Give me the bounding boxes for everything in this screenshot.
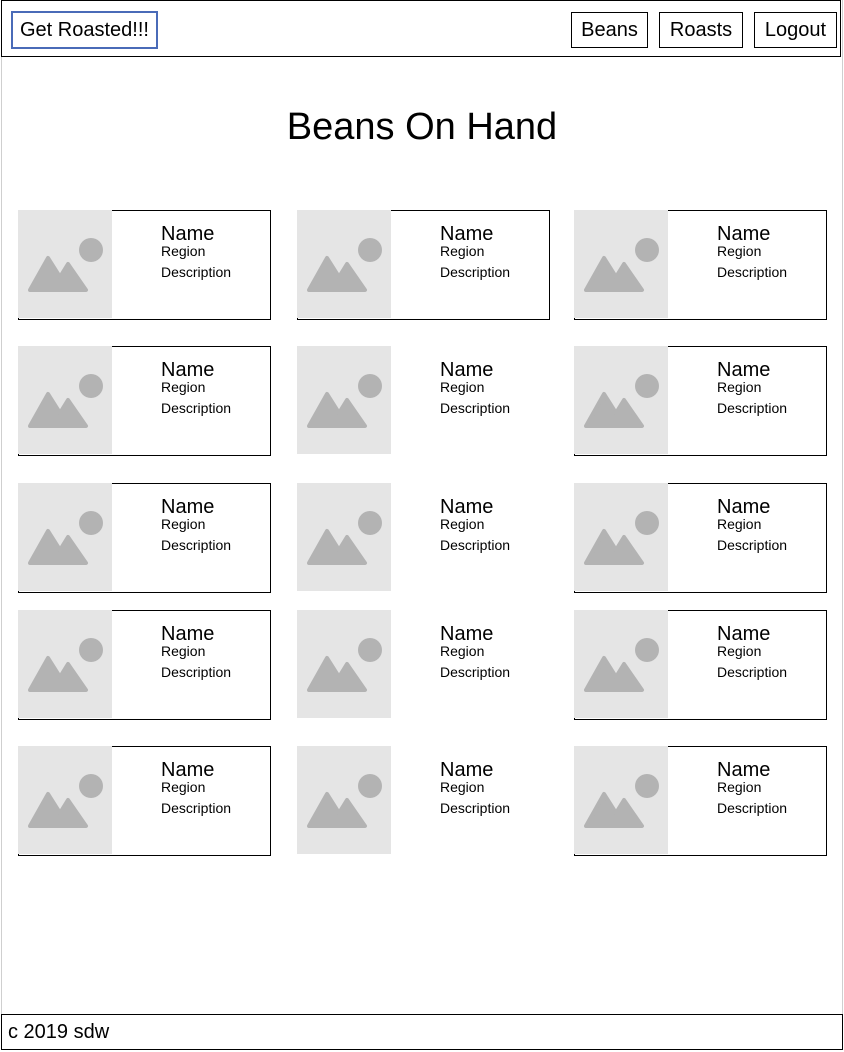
image-placeholder-icon	[574, 210, 668, 318]
bean-region: Region	[717, 379, 762, 395]
bean-card[interactable]: Name Region Description	[18, 610, 271, 720]
bean-region: Region	[440, 643, 485, 659]
bean-card-text: Name Region Description	[440, 358, 510, 417]
bean-region: Region	[440, 516, 485, 532]
nav-beans-button[interactable]: Beans	[571, 12, 648, 48]
bean-region: Region	[161, 779, 206, 795]
bean-card-text: Name Region Description	[161, 622, 231, 681]
bean-description: Description	[161, 264, 232, 280]
brand-link[interactable]: Get Roasted!!!	[11, 11, 158, 49]
bean-description: Description	[161, 664, 232, 680]
page-title: Beans On Hand	[286, 106, 558, 148]
bean-card[interactable]: Name Region Description	[574, 483, 827, 593]
bean-card-text: Name Region Description	[440, 222, 510, 281]
bean-card-text: Name Region Description	[717, 495, 787, 554]
bean-description: Description	[440, 264, 511, 280]
bean-region: Region	[717, 243, 762, 259]
bean-card[interactable]: Name Region Description	[18, 346, 271, 456]
image-placeholder-icon	[18, 610, 112, 718]
bean-card[interactable]: Name Region Description	[574, 610, 827, 720]
bean-description: Description	[161, 537, 232, 553]
bean-description: Description	[440, 537, 511, 553]
nav-logout-button[interactable]: Logout	[754, 12, 837, 48]
bean-region: Region	[440, 379, 485, 395]
bean-description: Description	[717, 264, 788, 280]
bean-description: Description	[440, 664, 511, 680]
bean-description: Description	[717, 400, 788, 416]
image-placeholder-icon	[18, 746, 112, 854]
bean-card-text: Name Region Description	[717, 758, 787, 817]
bean-description: Description	[717, 537, 788, 553]
bean-card[interactable]: Name Region Description	[18, 210, 271, 320]
bean-card-text: Name Region Description	[440, 758, 510, 817]
bean-region: Region	[161, 516, 206, 532]
bean-description: Description	[717, 800, 788, 816]
image-placeholder-icon	[574, 746, 668, 854]
bean-region: Region	[717, 779, 762, 795]
image-placeholder-icon	[574, 483, 668, 591]
bean-card-text: Name Region Description	[440, 622, 510, 681]
bean-region: Region	[161, 379, 206, 395]
bean-description: Description	[440, 800, 511, 816]
bean-description: Description	[440, 400, 511, 416]
bean-region: Region	[717, 516, 762, 532]
bean-card[interactable]: Name Region Description	[18, 483, 271, 593]
bean-card[interactable]: Name Region Description	[297, 610, 550, 720]
bean-region: Region	[440, 243, 485, 259]
navbar: Get Roasted!!! Beans Roasts Logout	[1, 0, 841, 57]
bean-card[interactable]: Name Region Description	[297, 746, 550, 856]
bean-card-text: Name Region Description	[161, 495, 231, 554]
image-placeholder-icon	[18, 483, 112, 591]
bean-card-text: Name Region Description	[161, 758, 231, 817]
bean-description: Description	[161, 800, 232, 816]
image-placeholder-icon	[18, 346, 112, 454]
bean-card-text: Name Region Description	[440, 495, 510, 554]
bean-region: Region	[440, 779, 485, 795]
bean-card-text: Name Region Description	[161, 358, 231, 417]
bean-card-text: Name Region Description	[717, 222, 787, 281]
image-placeholder-icon	[297, 210, 391, 318]
footer: c 2019 sdw	[1, 1014, 843, 1050]
image-placeholder-icon	[297, 610, 391, 718]
bean-region: Region	[161, 643, 206, 659]
nav-roasts-button[interactable]: Roasts	[659, 12, 743, 48]
bean-card[interactable]: Name Region Description	[297, 210, 550, 320]
bean-card[interactable]: Name Region Description	[297, 346, 550, 456]
bean-card[interactable]: Name Region Description	[574, 210, 827, 320]
bean-card-text: Name Region Description	[717, 358, 787, 417]
image-placeholder-icon	[574, 346, 668, 454]
bean-description: Description	[161, 400, 232, 416]
image-placeholder-icon	[18, 210, 112, 318]
bean-description: Description	[717, 664, 788, 680]
image-placeholder-icon	[297, 746, 391, 854]
bean-card[interactable]: Name Region Description	[574, 746, 827, 856]
bean-region: Region	[161, 243, 206, 259]
image-placeholder-icon	[574, 610, 668, 718]
image-placeholder-icon	[297, 346, 391, 454]
bean-card-text: Name Region Description	[161, 222, 231, 281]
image-placeholder-icon	[297, 483, 391, 591]
bean-card[interactable]: Name Region Description	[18, 746, 271, 856]
bean-card[interactable]: Name Region Description	[297, 483, 550, 593]
bean-card-text: Name Region Description	[717, 622, 787, 681]
bean-card[interactable]: Name Region Description	[574, 346, 827, 456]
bean-region: Region	[717, 643, 762, 659]
